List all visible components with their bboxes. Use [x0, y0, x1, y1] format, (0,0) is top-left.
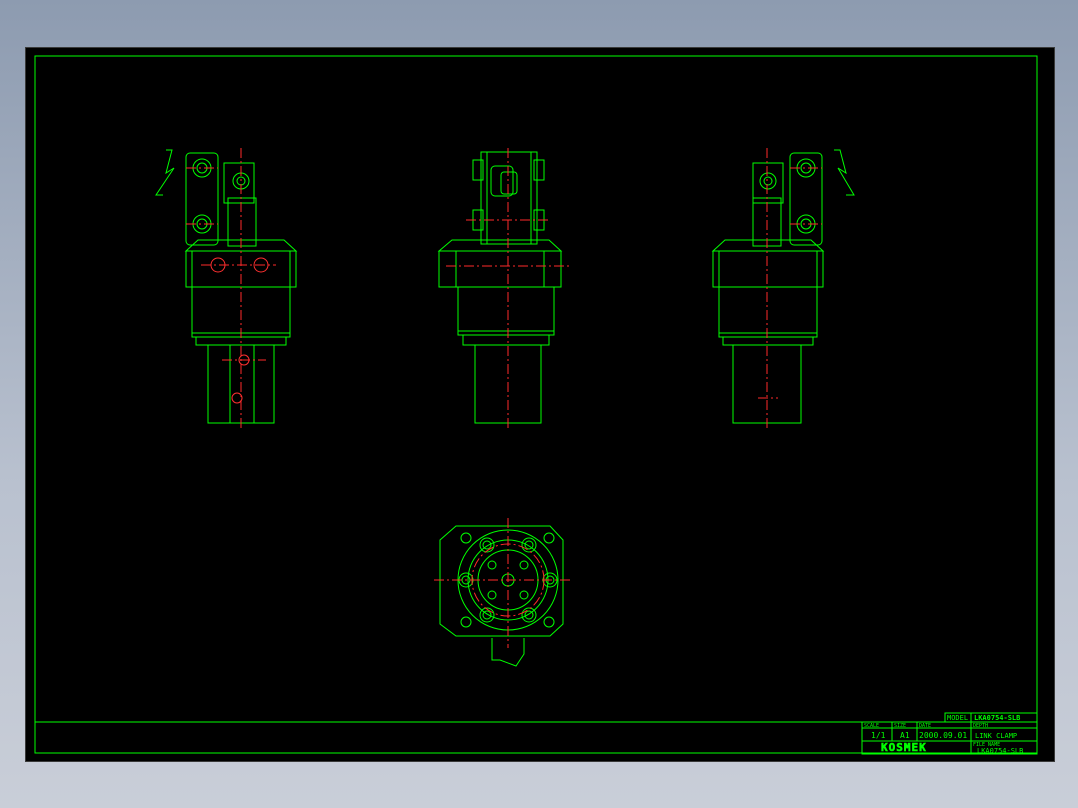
date-label: DATE [919, 723, 931, 729]
depth-label: DEPTH [973, 723, 988, 729]
side-view-left [155, 149, 298, 424]
model-value: LKA0754-SLB [974, 714, 1020, 722]
drawing-border [34, 55, 1038, 754]
side-view-right [711, 149, 855, 424]
company-logo: KOSMEK [881, 741, 927, 754]
date-value: 2000.09.01 [919, 731, 967, 740]
description-value: LINK CLAMP [975, 732, 1017, 740]
bottom-view [439, 525, 564, 667]
front-view [437, 151, 563, 424]
scale-label: SCALE [864, 723, 879, 729]
file-name-value: LKA0754-SLB [977, 747, 1023, 755]
size-label: SIZE [894, 723, 906, 729]
front-view-centerlines [446, 148, 571, 428]
model-label: MODEL [947, 714, 968, 722]
side-view-left-centerlines [186, 148, 276, 428]
cad-viewport[interactable]: MODEL LKA0754-SLB SCALE 1/1 SIZE A1 DATE… [25, 47, 1055, 762]
size-value: A1 [900, 731, 910, 740]
scale-value: 1/1 [871, 731, 886, 740]
drawing-canvas: MODEL LKA0754-SLB SCALE 1/1 SIZE A1 DATE… [34, 55, 1038, 755]
